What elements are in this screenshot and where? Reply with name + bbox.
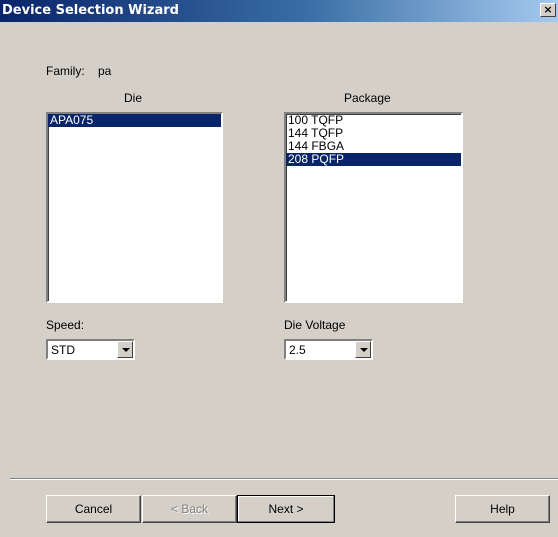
die-voltage-label: Die Voltage bbox=[284, 318, 346, 332]
die-list-item-apa075[interactable]: APA075 bbox=[48, 114, 221, 127]
die-listbox[interactable]: APA075 bbox=[46, 112, 223, 303]
family-label: Family: bbox=[46, 64, 85, 78]
next-button[interactable]: Next > bbox=[237, 495, 335, 523]
title-bar: Device Selection Wizard × bbox=[0, 0, 558, 22]
close-button[interactable]: × bbox=[540, 3, 556, 17]
close-icon: × bbox=[543, 3, 553, 16]
package-header: Package bbox=[344, 91, 391, 105]
help-button[interactable]: Help bbox=[455, 495, 550, 523]
cancel-button[interactable]: Cancel bbox=[46, 495, 141, 523]
separator bbox=[10, 478, 558, 480]
speed-select-value: STD bbox=[51, 343, 75, 357]
package-list-item-selected[interactable]: 208 PQFP bbox=[286, 153, 461, 166]
die-voltage-select-value: 2.5 bbox=[289, 343, 306, 357]
window-title: Device Selection Wizard bbox=[2, 3, 179, 18]
back-button[interactable]: < Back bbox=[142, 495, 237, 523]
chevron-down-icon[interactable] bbox=[117, 341, 133, 358]
speed-label: Speed: bbox=[46, 318, 85, 332]
package-listbox[interactable]: 100 TQFP 144 TQFP 144 FBGA 208 PQFP bbox=[284, 112, 463, 303]
die-header: Die bbox=[124, 91, 143, 105]
chevron-down-icon[interactable] bbox=[355, 341, 371, 358]
family-value: pa bbox=[98, 64, 112, 78]
die-voltage-select[interactable]: 2.5 bbox=[284, 339, 373, 360]
speed-select[interactable]: STD bbox=[46, 339, 135, 360]
